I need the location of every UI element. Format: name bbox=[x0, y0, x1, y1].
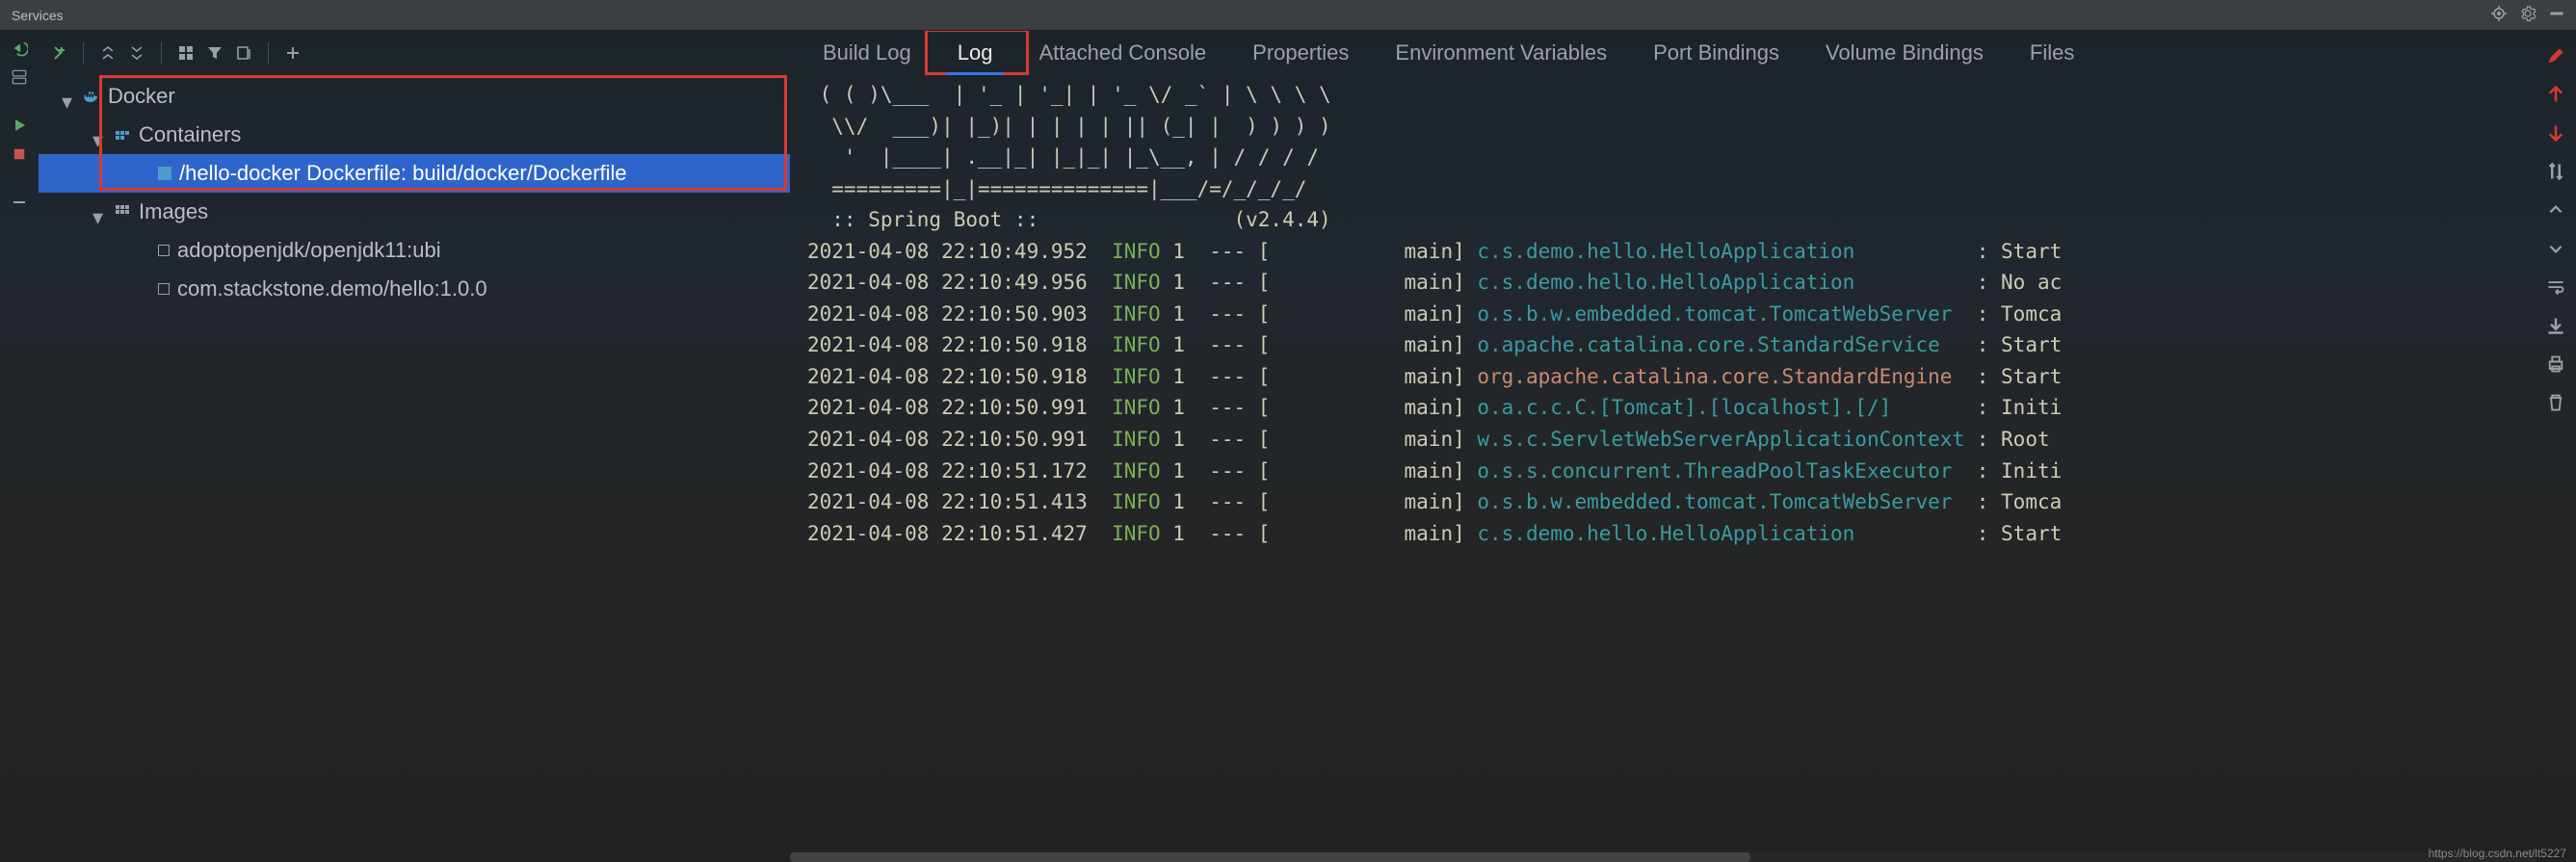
print-icon[interactable] bbox=[2544, 353, 2567, 376]
scrollbar-thumb[interactable] bbox=[790, 852, 1750, 862]
chevron-down-icon[interactable]: ▾ bbox=[62, 90, 75, 103]
tree-toolbar bbox=[39, 31, 790, 75]
tree-label: Docker bbox=[108, 84, 175, 109]
expand-all-icon[interactable] bbox=[95, 40, 120, 65]
tree-label: Containers bbox=[139, 122, 241, 147]
up-icon[interactable] bbox=[2544, 198, 2567, 222]
settings-icon[interactable] bbox=[10, 67, 29, 87]
main-panel: Build Log Log Attached Console Propertie… bbox=[790, 31, 2536, 862]
scroll-end-icon[interactable] bbox=[2544, 314, 2567, 337]
play-icon[interactable] bbox=[10, 116, 29, 135]
tab-files[interactable]: Files bbox=[2007, 31, 2097, 75]
watermark: https://blog.csdn.net/lt5227 bbox=[2429, 847, 2566, 860]
thumbnails-icon[interactable] bbox=[173, 40, 198, 65]
tree-node-image-item[interactable]: adoptopenjdk/openjdk11:ubi bbox=[39, 231, 790, 270]
tree-label: adoptopenjdk/openjdk11:ubi bbox=[177, 238, 441, 263]
log-output[interactable]: ( ( )\___ | '_ | '_| | '_ \/ _` | \ \ \ … bbox=[790, 75, 2536, 852]
add-config-icon[interactable] bbox=[46, 40, 71, 65]
tree-node-containers[interactable]: ▾ Containers bbox=[39, 116, 790, 154]
collapse-all-icon[interactable] bbox=[124, 40, 149, 65]
tree-node-images[interactable]: ▾ Images bbox=[39, 193, 790, 231]
pencil-edit-icon[interactable] bbox=[2544, 44, 2567, 67]
arrow-up-icon[interactable] bbox=[2544, 83, 2567, 106]
tab-build-log[interactable]: Build Log bbox=[800, 31, 934, 75]
tabs: Build Log Log Attached Console Propertie… bbox=[790, 31, 2536, 75]
tree-node-container-item[interactable]: /hello-docker Dockerfile: build/docker/D… bbox=[39, 154, 790, 193]
plus-icon[interactable] bbox=[280, 40, 305, 65]
tab-volume-bindings[interactable]: Volume Bindings bbox=[1802, 31, 2007, 75]
tab-port-bindings[interactable]: Port Bindings bbox=[1630, 31, 1802, 75]
chevron-down-icon[interactable]: ▾ bbox=[92, 205, 106, 219]
group-by-icon[interactable] bbox=[231, 40, 256, 65]
filter-icon[interactable] bbox=[202, 40, 227, 65]
window-title: Services bbox=[12, 8, 2491, 23]
tab-properties[interactable]: Properties bbox=[1229, 31, 1372, 75]
tab-log[interactable]: Log bbox=[934, 31, 1016, 75]
containers-icon bbox=[114, 126, 131, 144]
tree-label: Images bbox=[139, 199, 208, 224]
tab-attached-console[interactable]: Attached Console bbox=[1015, 31, 1229, 75]
down-icon[interactable] bbox=[2544, 237, 2567, 260]
horizontal-scrollbar[interactable] bbox=[790, 852, 2536, 862]
minimize-icon[interactable] bbox=[2549, 6, 2564, 25]
tree-node-docker[interactable]: ▾ Docker bbox=[39, 77, 790, 116]
right-gutter bbox=[2536, 31, 2576, 862]
tree-label: com.stackstone.demo/hello:1.0.0 bbox=[177, 276, 487, 301]
stop-icon[interactable] bbox=[10, 144, 29, 164]
rerun-icon[interactable] bbox=[10, 39, 29, 58]
locate-icon[interactable] bbox=[2491, 6, 2507, 25]
sort-toggle-icon[interactable] bbox=[2544, 160, 2567, 183]
tree-node-image-item[interactable]: com.stackstone.demo/hello:1.0.0 bbox=[39, 270, 790, 308]
image-icon bbox=[158, 283, 170, 295]
services-tree-panel: ▾ Docker ▾ Containers bbox=[39, 31, 790, 862]
image-icon bbox=[158, 245, 170, 256]
arrow-down-icon[interactable] bbox=[2544, 121, 2567, 144]
titlebar: Services bbox=[0, 0, 2576, 31]
tree-label: /hello-docker Dockerfile: build/docker/D… bbox=[179, 161, 627, 186]
soft-wrap-icon[interactable] bbox=[2544, 275, 2567, 299]
chevron-down-icon[interactable]: ▾ bbox=[92, 128, 106, 142]
gear-icon[interactable] bbox=[2520, 6, 2536, 25]
docker-icon bbox=[83, 88, 100, 105]
minus-icon[interactable] bbox=[10, 193, 29, 212]
tab-env-vars[interactable]: Environment Variables bbox=[1372, 31, 1630, 75]
container-icon bbox=[158, 167, 171, 180]
left-gutter bbox=[0, 31, 39, 862]
services-tree: ▾ Docker ▾ Containers bbox=[39, 75, 790, 862]
images-icon bbox=[114, 203, 131, 221]
trash-icon[interactable] bbox=[2544, 391, 2567, 414]
